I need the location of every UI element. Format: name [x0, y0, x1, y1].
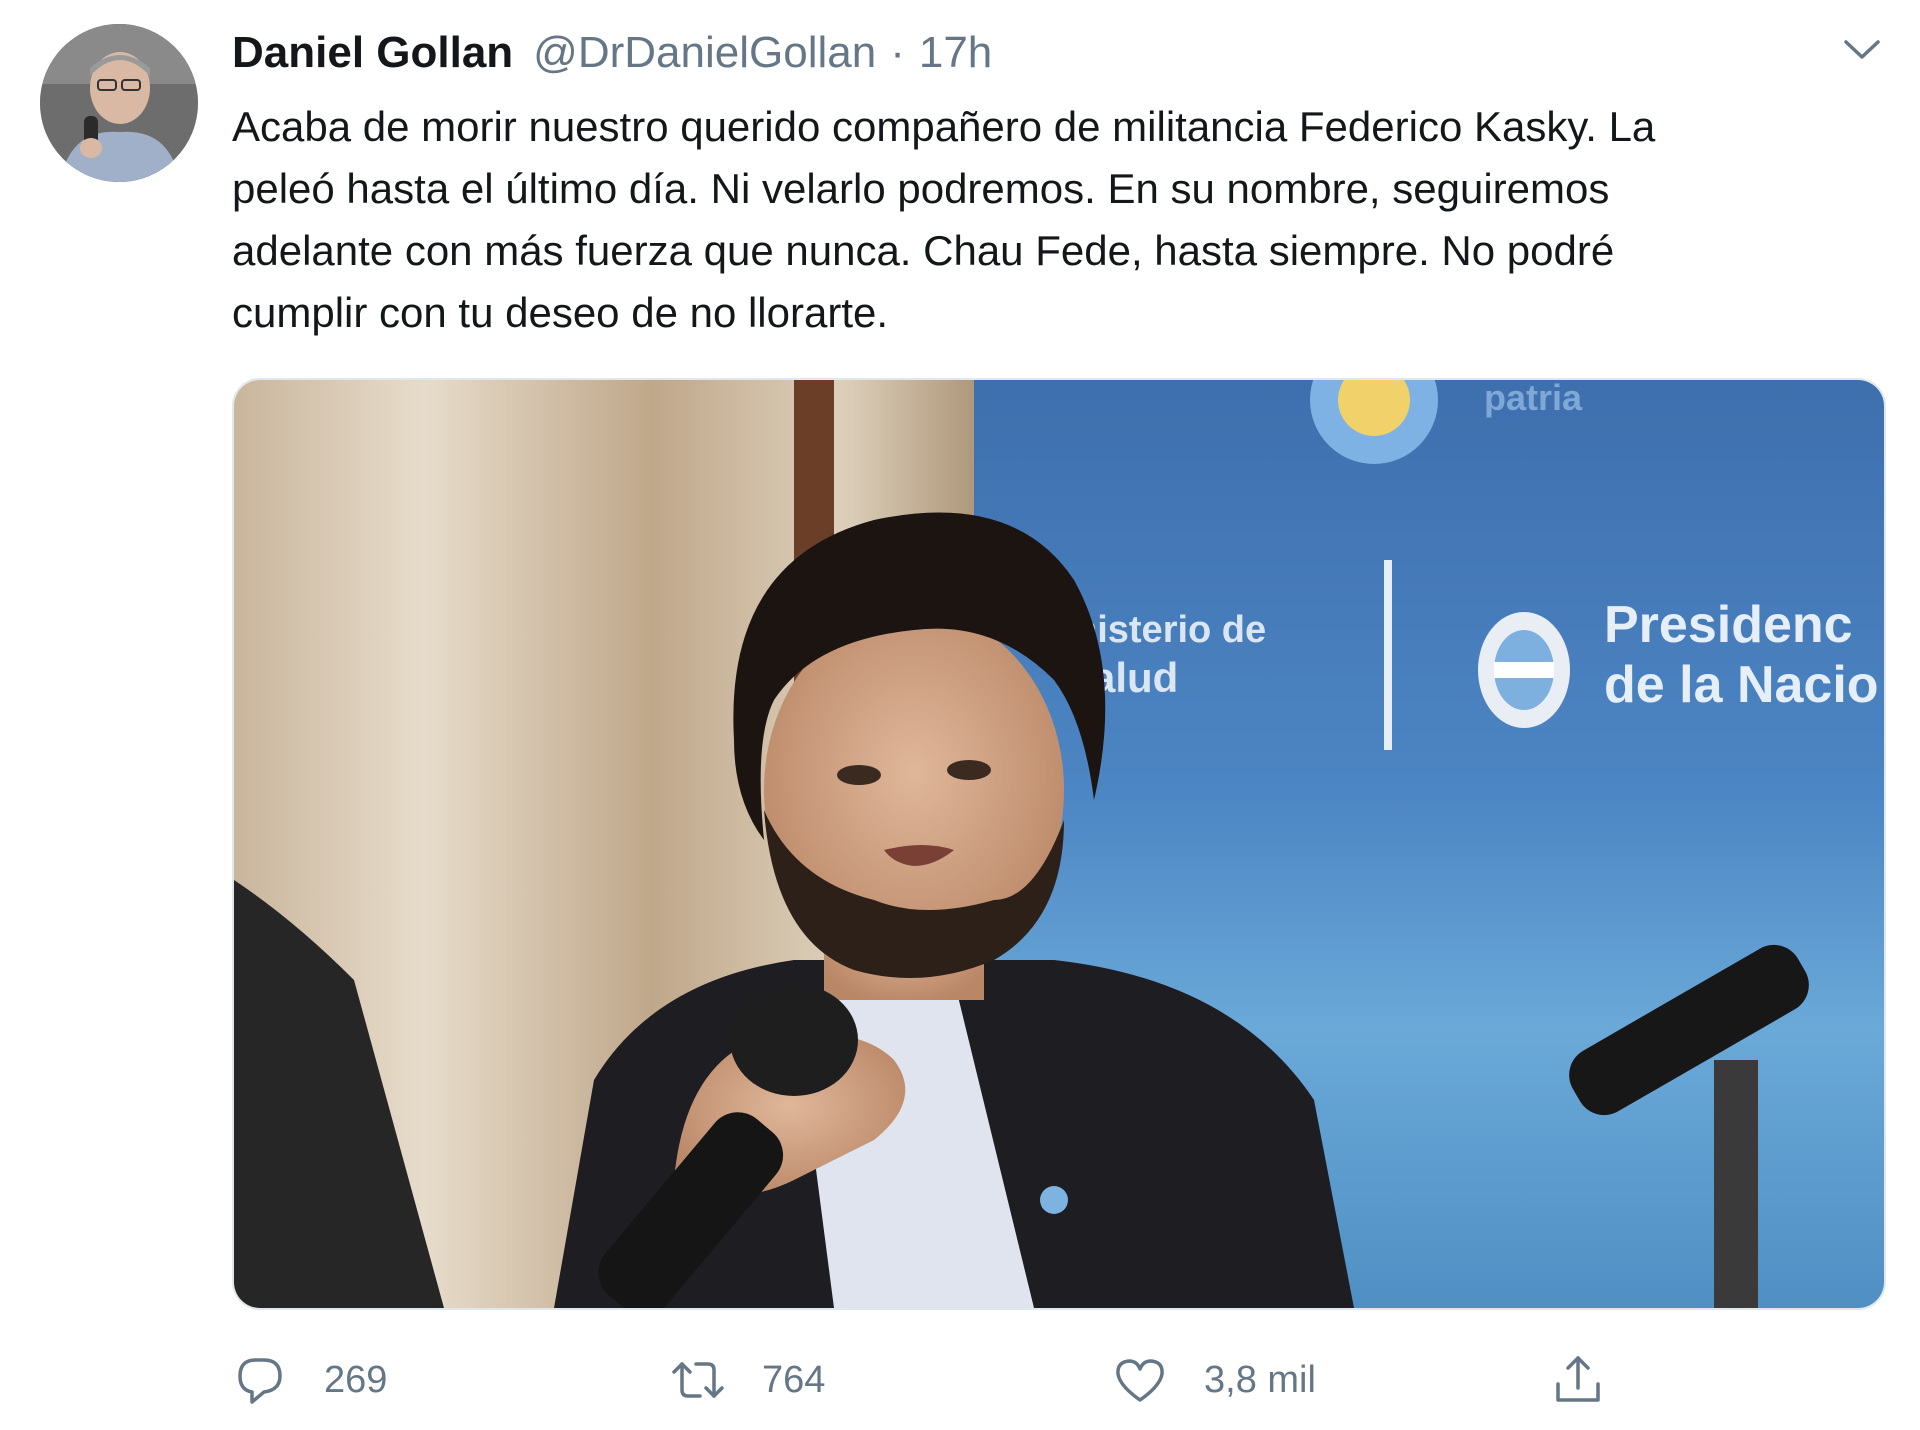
banner-text-presidency: Presidenc: [1604, 596, 1853, 654]
tweet-text-line: adelante con más fuerza que nunca. Chau …: [232, 227, 1615, 274]
separator-dot: ·: [890, 28, 905, 77]
share-icon: [1556, 1356, 1600, 1402]
banner-text-nation: de la Nacio: [1604, 656, 1879, 714]
tweet-text: Acaba de morir nuestro querido compañero…: [232, 96, 1892, 344]
retweet-count: 764: [762, 1358, 826, 1401]
tweet-text-line: Acaba de morir nuestro querido compañero…: [232, 103, 1656, 150]
tweet-header: Daniel Gollan @DrDanielGollan · 17h: [232, 28, 992, 88]
tweet-image[interactable]: patria nisterio de alud Presidenc de la …: [232, 378, 1886, 1310]
timestamp[interactable]: 17h: [919, 28, 992, 78]
banner-text-ministry: nisterio de: [1074, 609, 1266, 651]
reply-count: 269: [324, 1358, 388, 1401]
tweet-actions: 269 764 3,8 mil: [232, 1340, 1892, 1420]
like-count: 3,8 mil: [1204, 1358, 1316, 1401]
avatar[interactable]: [40, 24, 198, 182]
chevron-down-icon[interactable]: [1838, 30, 1886, 70]
tweet-text-line: peleó hasta el último día. Ni velarlo po…: [232, 165, 1610, 212]
retweet-icon: [672, 1362, 724, 1398]
share-button[interactable]: [1550, 1350, 1606, 1410]
reply-button[interactable]: 269: [232, 1350, 387, 1410]
like-button[interactable]: 3,8 mil: [1112, 1350, 1316, 1410]
tweet-text-line: cumplir con tu deseo de no llorarte.: [232, 289, 889, 336]
retweet-button[interactable]: 764: [670, 1350, 825, 1410]
banner-text-salud: alud: [1092, 654, 1178, 701]
display-name[interactable]: Daniel Gollan: [232, 28, 513, 78]
avatar-photo: [40, 24, 198, 182]
reply-icon: [238, 1358, 282, 1404]
user-handle[interactable]: @DrDanielGollan: [533, 28, 876, 78]
press-conference-photo: patria nisterio de alud Presidenc de la …: [234, 380, 1884, 1308]
heart-icon: [1116, 1359, 1164, 1402]
banner-text-patria: patria: [1484, 380, 1583, 418]
tweet: Daniel Gollan @DrDanielGollan · 17h Acab…: [0, 0, 1920, 1430]
